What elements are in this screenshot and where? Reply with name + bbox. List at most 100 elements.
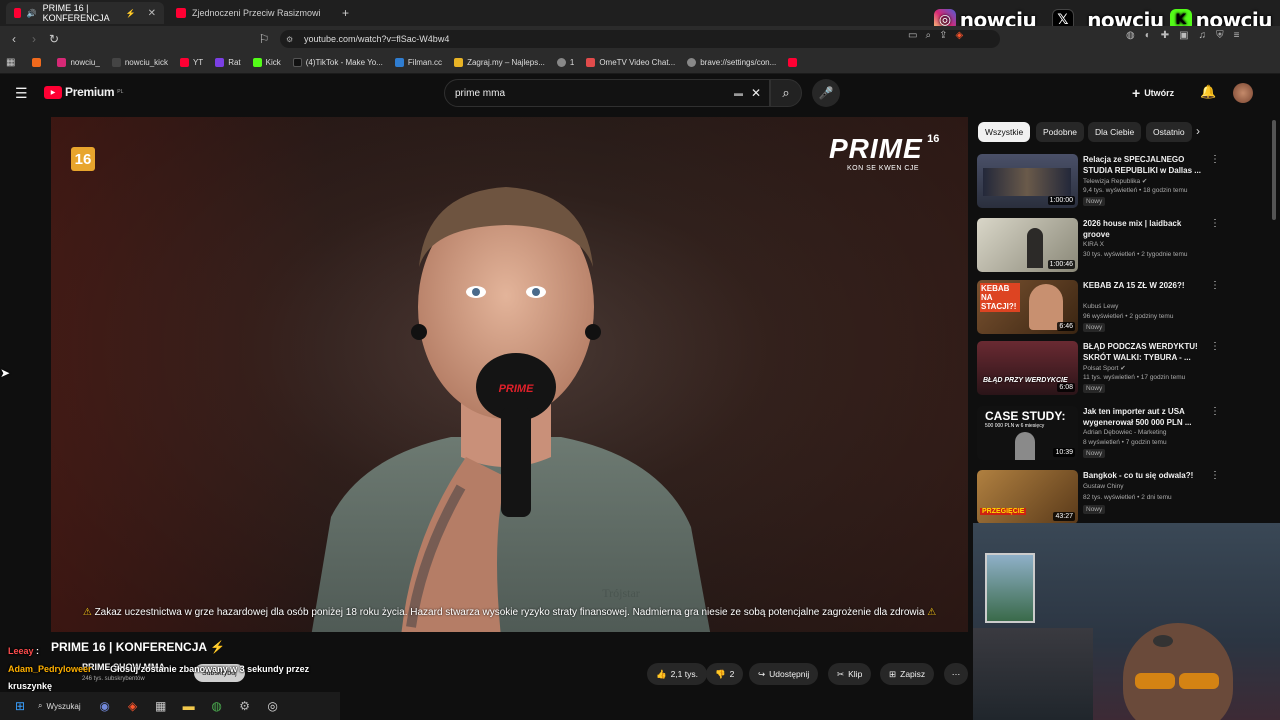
bookmark-item[interactable]: nowciu_ <box>52 58 104 67</box>
more-options-icon[interactable]: ⋮ <box>1210 406 1220 417</box>
age-rating-badge: 16 <box>71 147 95 171</box>
avatar[interactable] <box>1233 83 1253 103</box>
like-button[interactable]: 👍 2,1 tys. <box>647 663 707 685</box>
more-options-icon[interactable]: ⋮ <box>1210 341 1220 352</box>
chip-all[interactable]: Wszystkie <box>978 122 1031 142</box>
bookmark-label: 1 <box>569 58 575 67</box>
more-options-icon[interactable]: ⋮ <box>1210 280 1220 291</box>
recommended-video[interactable]: 1:00:46 2026 house mix | laidback groove… <box>977 218 1227 276</box>
apps-grid-icon[interactable]: ▦ <box>6 57 15 68</box>
reload-icon[interactable]: ↻ <box>44 29 64 49</box>
brave-shield-icon[interactable]: ◈ <box>955 30 963 41</box>
taskbar-search[interactable]: ⌕ Wyszukaj <box>34 701 91 711</box>
forward-icon[interactable]: › <box>24 29 44 49</box>
channel-name: KIRA X <box>1083 241 1104 248</box>
bookmark-item[interactable] <box>27 58 50 67</box>
video-meta: 30 tys. wyświetleń • 2 tygodnie temu <box>1083 251 1188 258</box>
more-actions-button[interactable]: ⋯ <box>944 663 968 685</box>
sidebar-icon[interactable]: ▣ <box>1179 30 1188 41</box>
vpn-icon[interactable]: ◍ <box>1126 30 1135 41</box>
search-button[interactable]: ⌕ <box>770 79 802 107</box>
menu-icon[interactable]: ≡ <box>1234 30 1240 41</box>
channel-name: Adrian Dębowiec - Marketing <box>1083 429 1167 436</box>
notifications-bell-icon[interactable]: 🔔 <box>1200 84 1216 100</box>
obs-icon[interactable]: ◎ <box>259 692 287 720</box>
video-duration: 10:39 <box>1053 448 1075 457</box>
discord-icon[interactable]: ◉ <box>91 692 119 720</box>
recommended-video[interactable]: CASE STUDY: 500 000 PLN w 6 miesięcy 10:… <box>977 406 1227 464</box>
zoom-icon[interactable]: ⌕ <box>925 30 931 41</box>
clip-button[interactable]: ✂ Klip <box>828 663 872 685</box>
tab-prime16[interactable]: 🔊 PRIME 16 | KONFERENCJA ⚡ ✕ <box>6 2 164 24</box>
bookmark-item[interactable]: YT <box>175 58 208 67</box>
bookmark-label: Kick <box>265 58 281 67</box>
chevron-right-icon[interactable]: › <box>1196 124 1200 138</box>
bookmark-label: (4)TikTok - Make Yo... <box>305 58 383 67</box>
file-explorer-icon[interactable]: ▬ <box>175 692 203 720</box>
cast-icon[interactable]: ▭ <box>908 30 917 41</box>
recommended-video[interactable]: KEBAB NA STACJI?! 6:46 KEBAB ZA 15 ZŁ W … <box>977 280 1227 338</box>
video-thumbnail: PRZEGIĘCIE 43:27 <box>977 470 1078 524</box>
tab-second[interactable]: Zjednoczeni Przeciw Rasizmowi i nie... <box>168 2 332 24</box>
bookmark-item[interactable]: Kick <box>248 58 286 67</box>
extensions-icon[interactable]: ✚ <box>1161 30 1169 41</box>
search-input[interactable]: prime mma ▬ ✕ <box>444 79 770 107</box>
bookmark-item[interactable]: 1 <box>552 58 579 67</box>
voice-search-button[interactable]: 🎤 <box>812 79 840 107</box>
bookmark-item[interactable]: brave://settings/con... <box>682 58 781 67</box>
bookmark-favicon <box>215 58 225 67</box>
hamburger-menu-icon[interactable]: ☰ <box>15 85 28 102</box>
bookmark-item[interactable]: OmeTV Video Chat... <box>581 58 680 67</box>
bookmark-item[interactable]: (4)TikTok - Make Yo... <box>288 58 388 67</box>
bookmark-item[interactable]: Filman.cc <box>390 58 447 67</box>
close-tab-icon[interactable]: ✕ <box>148 8 156 19</box>
bookmark-label: nowciu_kick <box>124 58 168 67</box>
bookmark-item[interactable]: nowciu_kick <box>107 58 173 67</box>
vpn-shield-icon[interactable]: ⛨ <box>1216 30 1224 41</box>
thumbs-down-icon: 👎 <box>715 668 726 679</box>
video-title: KEBAB ZA 15 ZŁ W 2026?! <box>1083 281 1185 290</box>
channel-name: Kubuś Lewy <box>1083 303 1119 310</box>
bookmark-icon[interactable]: ⚐ <box>254 29 274 49</box>
chat-text: Głosuj zostanie zbanowany w 3 sekundy pr… <box>110 664 310 674</box>
share-icon[interactable]: ⇪ <box>939 30 947 41</box>
bookmark-item[interactable]: Rat <box>210 58 245 67</box>
more-options-icon[interactable]: ⋮ <box>1210 218 1220 229</box>
url-input[interactable]: ⚙ youtube.com/watch?v=flSac-W4bw4 <box>280 30 1000 48</box>
chat-text: kruszynkę <box>8 681 53 691</box>
chip-for-you[interactable]: Dla Ciebie <box>1088 122 1142 142</box>
taskbar-search-label: Wyszukaj <box>46 701 81 711</box>
video-meta: 9,4 tys. wyświetleń • 18 godzin temu <box>1083 187 1188 194</box>
settings-gear-icon[interactable]: ⚙ <box>231 692 259 720</box>
media-icon[interactable]: ♫ <box>1199 30 1207 41</box>
create-button[interactable]: + Utwórz <box>1132 85 1174 101</box>
media-player-icon[interactable]: ▦ <box>147 692 175 720</box>
search-icon: ⌕ <box>38 701 43 710</box>
save-button[interactable]: ⊞ Zapisz <box>880 663 935 685</box>
recommended-video[interactable]: PRZEGIĘCIE 43:27 Bangkok - co tu się odw… <box>977 470 1227 528</box>
bookmark-item[interactable]: Zagraj.my – Najleps... <box>449 58 550 67</box>
share-button[interactable]: ↪ Udostępnij <box>749 663 819 685</box>
wallet-icon[interactable]: ◐ <box>1145 30 1151 41</box>
brave-browser-icon[interactable]: ◈ <box>119 692 147 720</box>
new-tab-button[interactable]: + <box>334 2 354 24</box>
keyboard-icon[interactable]: ▬ <box>734 88 743 98</box>
dislike-button[interactable]: 👎 2 <box>706 663 744 685</box>
more-options-icon[interactable]: ⋮ <box>1210 470 1220 481</box>
chrome-icon[interactable]: ◍ <box>203 692 231 720</box>
bookmark-item[interactable] <box>783 58 806 67</box>
glasses-left <box>1135 673 1175 689</box>
video-player[interactable]: 16 PRIME 16 KON SE KWEN CJE PRIME Trójst… <box>51 117 968 632</box>
clear-search-icon[interactable]: ✕ <box>751 86 761 100</box>
chip-related[interactable]: Podobne <box>1036 122 1085 142</box>
windows-start-icon[interactable]: ⊞ <box>6 692 34 720</box>
more-options-icon[interactable]: ⋮ <box>1210 154 1220 165</box>
scrollbar-thumb[interactable] <box>1272 120 1276 220</box>
back-icon[interactable]: ‹ <box>4 29 24 49</box>
youtube-logo[interactable]: ▶ Premium PL <box>44 85 123 99</box>
recommended-video[interactable]: BŁĄD PRZY WERDYKCIE 6:08 BŁĄD PODCZAS WE… <box>977 341 1227 399</box>
chip-recent[interactable]: Ostatnio <box>1146 122 1192 142</box>
bookmark-favicon <box>556 58 566 67</box>
bookmark-label: Zagraj.my – Najleps... <box>467 58 545 67</box>
recommended-video[interactable]: 1:00:00 Relacja ze SPECJALNEGO STUDIA RE… <box>977 154 1227 212</box>
